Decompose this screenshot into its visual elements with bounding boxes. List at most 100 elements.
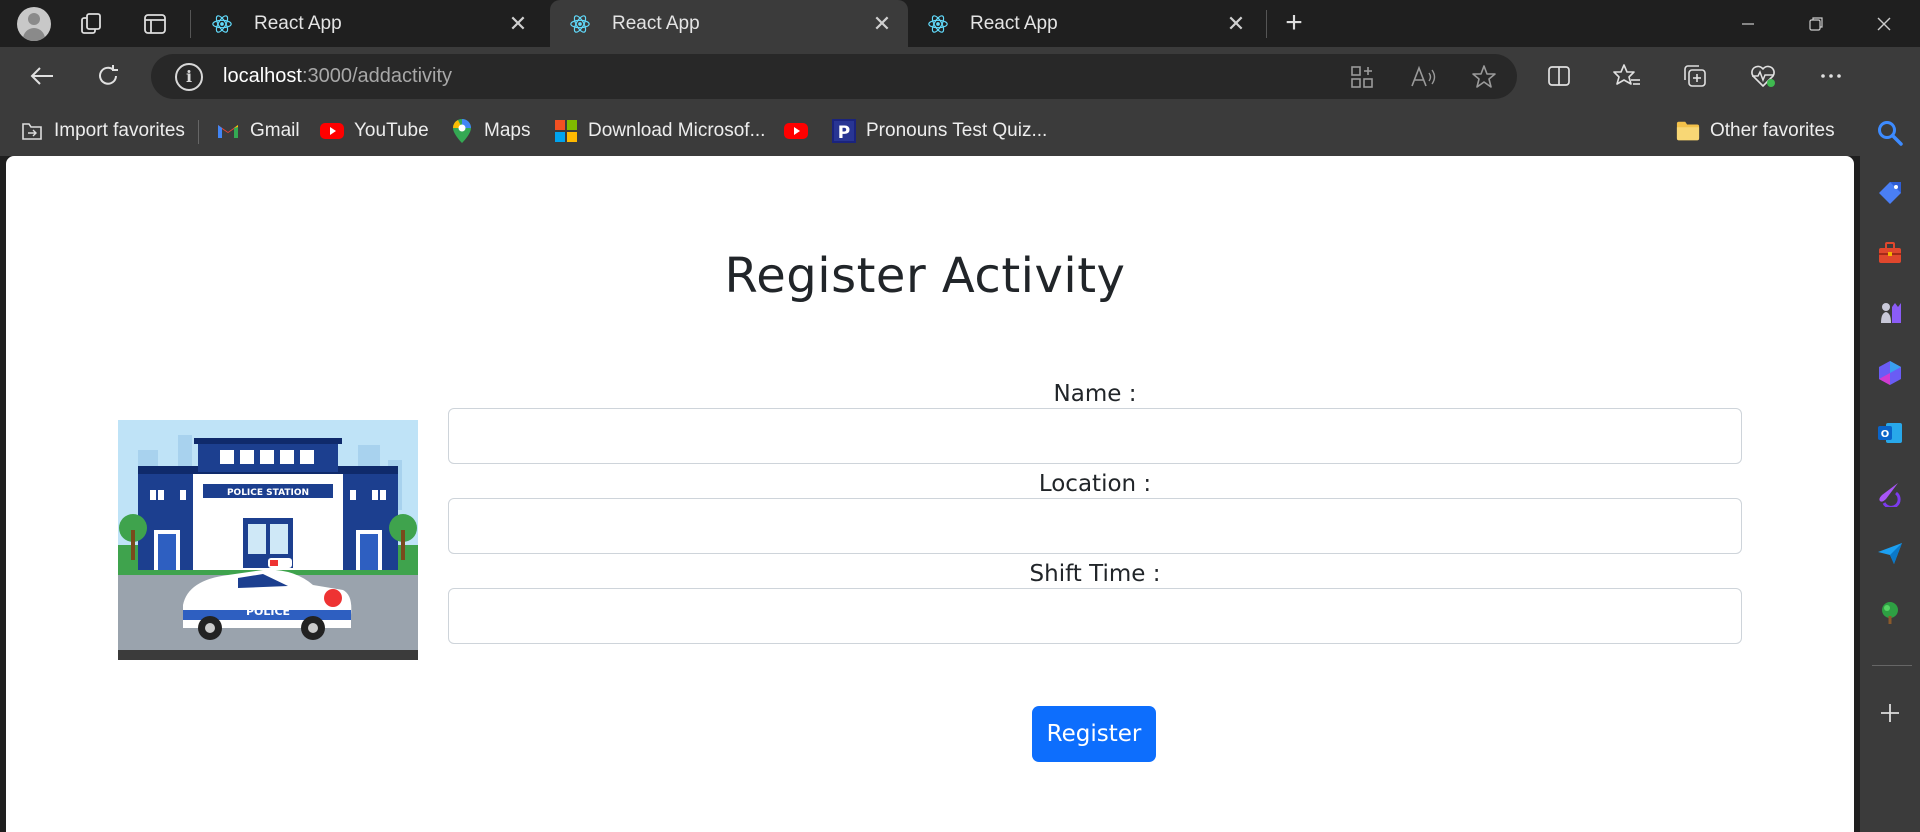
shopping-tag-icon <box>1879 182 1901 204</box>
tab-react-app-2[interactable]: React App ✕ <box>550 0 908 47</box>
sidebar-outlook[interactable]: O <box>1868 411 1912 455</box>
collections-icon <box>1684 65 1706 87</box>
tab-label: React App <box>612 12 700 34</box>
refresh-button[interactable] <box>85 53 131 99</box>
favorite-microsoft[interactable]: Download Microsof... <box>554 116 765 146</box>
url-text[interactable]: localhost:3000/addactivity <box>223 65 452 88</box>
split-screen-button[interactable] <box>1536 53 1582 99</box>
name-input[interactable] <box>448 408 1742 464</box>
site-info-icon[interactable]: i <box>175 62 203 91</box>
favorite-youtube-2[interactable] <box>784 116 818 146</box>
car-text: POLICE <box>246 605 290 618</box>
tree-icon <box>1882 602 1898 624</box>
sidebar-games[interactable] <box>1868 291 1912 335</box>
register-button[interactable]: Register <box>1032 706 1156 762</box>
close-icon <box>1877 17 1891 30</box>
favorite-gmail[interactable]: Gmail <box>216 116 300 146</box>
new-tab-button[interactable]: + <box>1276 8 1312 40</box>
page-title: Register Activity <box>724 248 1126 304</box>
close-icon[interactable]: ✕ <box>1224 11 1248 36</box>
tab-separator <box>190 10 191 38</box>
split-screen-icon <box>1548 66 1570 86</box>
youtube-icon <box>320 119 344 143</box>
sidebar-copilot[interactable] <box>1868 351 1912 395</box>
microsoft-icon <box>554 119 578 143</box>
shift-time-input[interactable] <box>448 588 1742 644</box>
more-dots-icon <box>1821 74 1841 78</box>
heart-pulse-icon <box>1751 65 1775 87</box>
favorites-button[interactable] <box>1604 53 1650 99</box>
sidebar-tools[interactable] <box>1868 231 1912 275</box>
react-icon <box>926 12 950 36</box>
maps-icon <box>450 119 474 143</box>
toolbar-actions <box>1514 53 1854 99</box>
shift-time-label: Shift Time : <box>1029 561 1161 587</box>
vertical-tabs-icon <box>144 13 166 34</box>
toolbox-icon <box>1879 242 1901 263</box>
other-favorites-label: Other favorites <box>1710 120 1835 141</box>
back-button[interactable] <box>19 53 65 99</box>
favorite-youtube[interactable]: YouTube <box>320 116 429 146</box>
tab-actions-button[interactable] <box>135 0 175 47</box>
close-icon[interactable]: ✕ <box>506 11 530 36</box>
url-host: localhost <box>223 65 302 87</box>
address-bar[interactable]: i localhost:3000/addactivity <box>151 54 1517 99</box>
minimize-icon <box>1742 22 1754 25</box>
tab-label: React App <box>970 12 1058 34</box>
register-activity-form: Name : Location : Shift Time : <box>448 380 1742 648</box>
edge-sidebar: O <box>1860 47 1920 832</box>
name-label: Name : <box>1053 381 1137 407</box>
restore-button[interactable] <box>1788 0 1844 47</box>
send-icon <box>1878 543 1902 564</box>
more-options-button[interactable] <box>1808 53 1854 99</box>
favorite-label: Download Microsof... <box>588 120 766 141</box>
favorites-list-icon <box>1613 64 1640 85</box>
tab-label: React App <box>254 12 342 34</box>
tab-strip: React App ✕ React App ✕ React App ✕ + <box>0 0 1920 47</box>
read-aloud-icon[interactable] <box>1409 64 1437 90</box>
police-station-image: POLICE STATION POLICE <box>118 420 418 660</box>
youtube-icon <box>784 119 808 143</box>
sidebar-separator <box>1872 665 1912 666</box>
browser-essentials-button[interactable] <box>1740 53 1786 99</box>
minimize-button[interactable] <box>1720 0 1776 47</box>
profile-button[interactable] <box>12 0 56 47</box>
workspaces-button[interactable] <box>72 0 112 47</box>
other-favorites[interactable]: Other favorites <box>1676 116 1835 146</box>
sidebar-send[interactable] <box>1868 531 1912 575</box>
sidebar-shopping[interactable] <box>1868 171 1912 215</box>
sidebar-add[interactable] <box>1868 691 1912 735</box>
search-icon <box>1878 121 1903 146</box>
favorite-pronouns[interactable]: P Pronouns Test Quiz... <box>832 116 1047 146</box>
avatar <box>17 6 51 41</box>
favorite-label: Maps <box>484 120 531 141</box>
favorites-separator <box>198 120 199 144</box>
tab-react-app-3[interactable]: React App ✕ <box>908 0 1262 47</box>
favorite-label: Gmail <box>250 120 300 141</box>
sidebar-search[interactable] <box>1868 111 1912 155</box>
station-sign: POLICE STATION <box>227 488 309 498</box>
favorite-label: YouTube <box>354 120 429 141</box>
address-actions <box>1349 54 1497 99</box>
chess-piece-icon <box>1881 303 1901 323</box>
favorite-maps[interactable]: Maps <box>450 116 530 146</box>
designer-icon <box>1879 483 1901 507</box>
react-icon <box>568 12 592 36</box>
app-available-icon[interactable] <box>1349 64 1375 90</box>
favorite-label: Pronouns Test Quiz... <box>866 120 1048 141</box>
plus-icon <box>1881 704 1899 722</box>
workspaces-icon <box>81 12 101 34</box>
close-icon[interactable]: ✕ <box>870 11 894 36</box>
sidebar-designer[interactable] <box>1868 471 1912 515</box>
location-input[interactable] <box>448 498 1742 554</box>
favorite-star-icon[interactable] <box>1471 64 1497 90</box>
react-icon <box>210 12 234 36</box>
collections-button[interactable] <box>1672 53 1718 99</box>
back-arrow-icon <box>30 67 53 85</box>
close-window-button[interactable] <box>1856 0 1912 47</box>
tab-react-app-1[interactable]: React App ✕ <box>192 0 544 47</box>
favorite-import[interactable]: Import favorites <box>20 116 185 146</box>
sidebar-tree[interactable] <box>1868 591 1912 635</box>
svg-text:O: O <box>1881 429 1890 440</box>
favorite-label: Import favorites <box>54 120 185 141</box>
